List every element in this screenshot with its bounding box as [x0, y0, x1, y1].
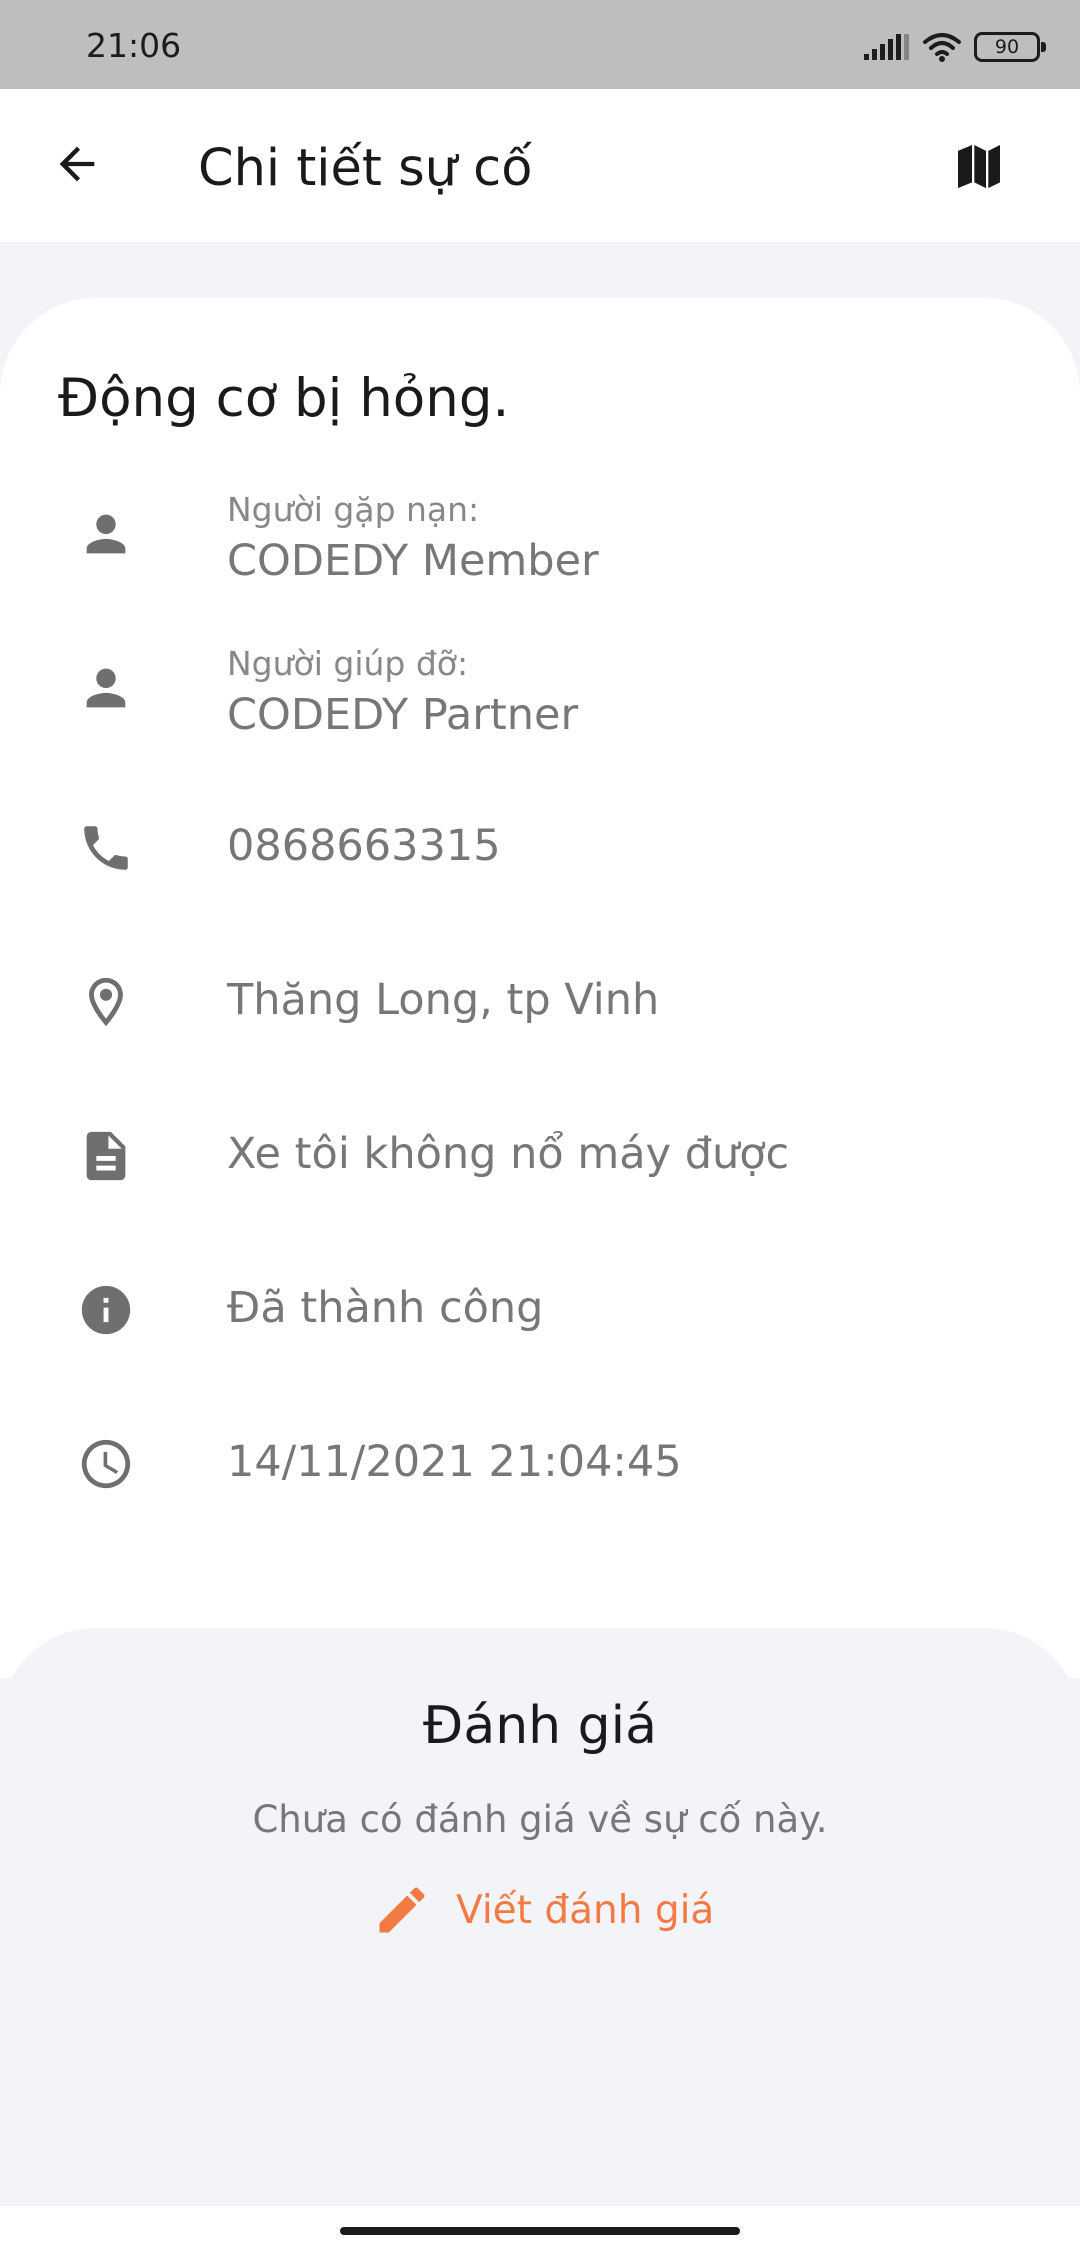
write-review-label: Viết đánh giá	[456, 1887, 715, 1933]
victim-label: Người gặp nạn:	[227, 490, 480, 529]
write-review-button[interactable]: Viết đánh giá	[372, 1878, 714, 1942]
signal-icon	[864, 34, 909, 60]
incident-title: Động cơ bị hỏng.	[58, 368, 510, 429]
helper-label: Người giúp đỡ:	[227, 644, 469, 683]
document-icon	[74, 1124, 138, 1188]
person-icon	[74, 656, 138, 720]
location-pin-icon	[74, 970, 138, 1034]
victim-name: CODEDY Member	[227, 536, 599, 586]
pencil-icon	[379, 1887, 425, 1933]
clock-icon	[74, 1432, 138, 1496]
rating-section: Đánh giá Chưa có đánh giá về sự cố này. …	[0, 1628, 1080, 2206]
status-icons: 90	[864, 28, 1046, 66]
map-icon	[958, 145, 1000, 189]
app-bar: Chi tiết sự cố	[0, 89, 1080, 242]
rating-empty-text: Chưa có đánh giá về sự cố này.	[252, 1798, 828, 1841]
phone-number: 0868663315	[227, 821, 501, 871]
incident-time: 14/11/2021 21:04:45	[227, 1437, 682, 1487]
person-icon	[74, 502, 138, 566]
home-indicator[interactable]	[340, 2227, 740, 2235]
page-title: Chi tiết sự cố	[198, 139, 533, 198]
back-button[interactable]	[44, 131, 110, 197]
description-text: Xe tôi không nổ máy được	[227, 1129, 790, 1179]
status-bar: 21:06 90	[0, 0, 1080, 89]
incident-detail-card: Động cơ bị hỏng. Người gặp nạn: CODEDY M…	[0, 298, 1080, 1678]
battery-indicator: 90	[974, 32, 1046, 62]
rating-title: Đánh giá	[423, 1696, 657, 1756]
info-icon	[74, 1278, 138, 1342]
location-text: Thăng Long, tp Vinh	[227, 975, 660, 1025]
status-time: 21:06	[86, 26, 182, 65]
arrow-back-icon	[59, 146, 95, 182]
status-text: Đã thành công	[227, 1283, 544, 1333]
map-button[interactable]	[946, 133, 1012, 199]
helper-name: CODEDY Partner	[227, 690, 579, 740]
battery-level: 90	[994, 36, 1020, 58]
wifi-icon	[923, 33, 961, 62]
phone-icon	[74, 816, 138, 880]
